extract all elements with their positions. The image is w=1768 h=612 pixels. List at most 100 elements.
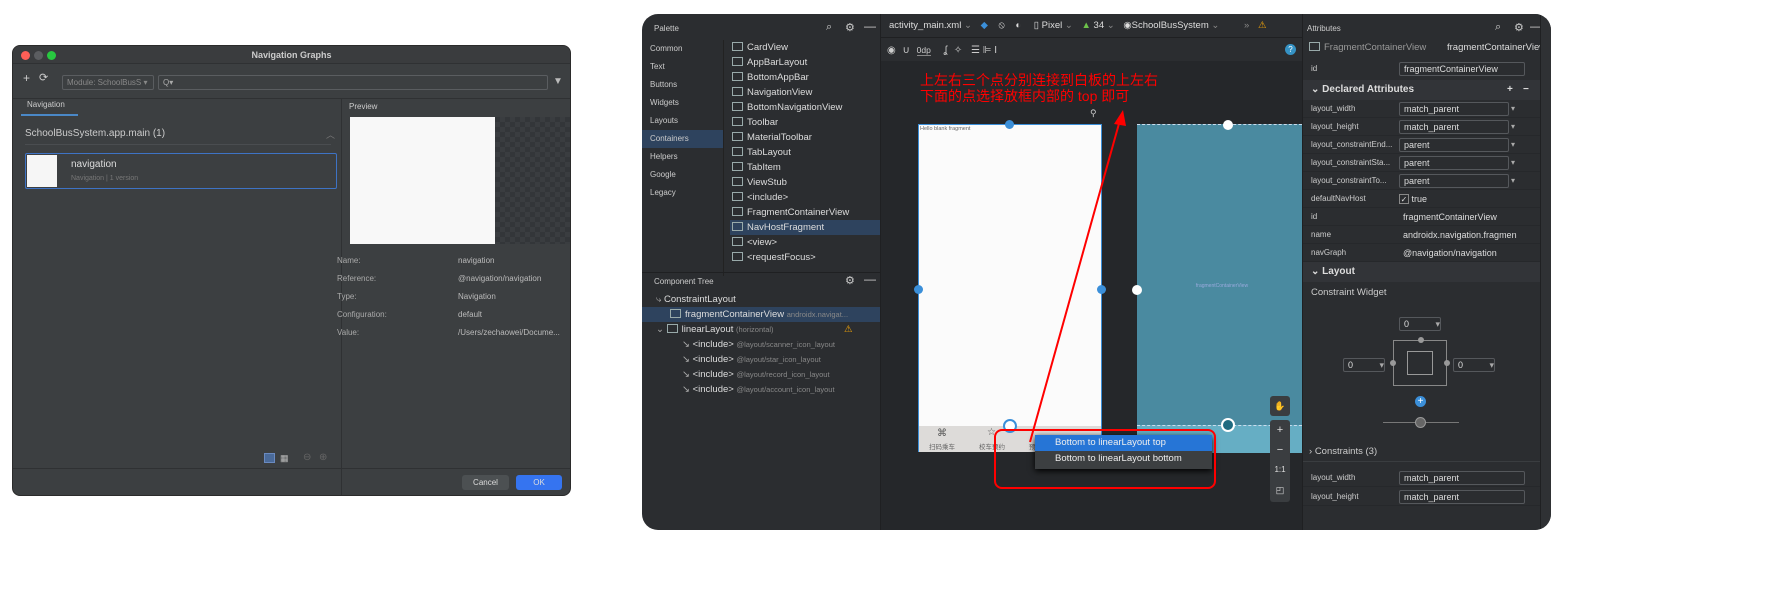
attributes-panel: Attributes ⌕ ⚙ — FragmentContainerView f… (1302, 14, 1546, 530)
navigation-graphs-dialog: Navigation Graphs + ⟳ Module: SchoolBusS… (12, 45, 571, 496)
item-meta: Navigation | 1 version (71, 175, 139, 182)
bias-handle[interactable] (1415, 417, 1426, 428)
attr-name: name (1311, 230, 1332, 239)
search-input[interactable]: Q▾ (158, 75, 548, 90)
add-circle-icon[interactable]: ⊕ (319, 452, 327, 463)
id-input[interactable]: fragmentContainerView (1399, 62, 1525, 76)
module-select[interactable]: Module: SchoolBusS ▾ (62, 75, 154, 90)
preview-label: Preview (349, 102, 378, 111)
attribute-row: layout_height match_parent (1303, 488, 1541, 506)
attr-name: layout_height (1311, 122, 1359, 131)
attribute-row: layout_constraintSta... parent ▾ (1303, 154, 1541, 172)
attr-value-input[interactable]: match_parent (1399, 490, 1525, 504)
declared-title: Declared Attributes (1322, 84, 1415, 95)
layout-editor: Palette ⌕ ⚙ — Common Text Buttons Widgets La… (642, 14, 1551, 530)
ok-button[interactable]: OK (516, 475, 562, 490)
margin-left-input[interactable]: 0 ▾ (1343, 358, 1385, 372)
attr-name: layout_constraintEnd... (1311, 140, 1393, 149)
detail-value: Navigation (458, 292, 496, 301)
declared-attributes-header[interactable]: ⌄ Declared Attributes + − (1303, 80, 1541, 100)
class-name: FragmentContainerView (1324, 42, 1427, 53)
layout-header[interactable]: ⌄ Layout (1303, 262, 1541, 282)
refresh-icon[interactable]: ⟳ (39, 71, 48, 93)
attr-name: defaultNavHost (1311, 194, 1366, 203)
attribute-row: layout_width match_parent (1303, 469, 1541, 487)
tab-navigation[interactable]: Navigation (27, 100, 65, 109)
attribute-row: layout_constraintTo... parent ▾ (1303, 172, 1541, 190)
constraint-widget (1390, 337, 1450, 386)
preview-checker (495, 117, 570, 244)
attr-name: layout_constraintTo... (1311, 176, 1387, 185)
attr-value-input[interactable]: parent (1399, 174, 1509, 188)
list-item-navigation[interactable]: navigation Navigation | 1 version (25, 153, 337, 189)
detail-label: Type: (337, 292, 357, 301)
attr-name: layout_width (1311, 104, 1356, 113)
pan-icon[interactable]: ✋ (1270, 396, 1290, 416)
minimize-button[interactable] (34, 51, 43, 60)
dialog-title: Navigation Graphs (13, 46, 570, 64)
module-select-value: Module: SchoolBusS (67, 78, 142, 87)
zoom-controls: + − 1:1 ◰ (1270, 420, 1290, 502)
attributes-title: Attributes (1307, 24, 1341, 33)
margin-right-input[interactable]: 0 ▾ (1453, 358, 1495, 372)
margin-top-input[interactable]: 0 ▾ (1399, 317, 1441, 331)
remove-icon[interactable]: ⊖ (303, 452, 311, 463)
dropdown-icon: ▾ (1511, 104, 1516, 113)
attribute-row: navGraph @navigation/navigation (1303, 244, 1541, 262)
attr-name: layout_height (1311, 492, 1359, 501)
zoom-fit-button[interactable]: ◰ (1270, 480, 1290, 500)
cancel-button[interactable]: Cancel (462, 475, 509, 490)
fragment-icon (1309, 42, 1320, 51)
attribute-row: layout_width match_parent ▾ (1303, 100, 1541, 118)
filter-icon[interactable]: ▼ (553, 76, 563, 87)
group-header[interactable]: SchoolBusSystem.app.main (1) (25, 128, 165, 139)
remove-icon: − (1523, 84, 1529, 95)
attr-value-input[interactable]: match_parent (1399, 471, 1525, 485)
constraints-title: Constraints (3) (1314, 446, 1378, 457)
attribute-row: defaultNavHost ✓ true (1303, 190, 1541, 208)
attr-value[interactable]: @navigation/navigation (1403, 244, 1527, 262)
detail-value: navigation (458, 256, 495, 265)
dropdown-icon: ▾ (1511, 122, 1516, 131)
detail-value: @navigation/navigation (458, 274, 542, 283)
item-name: navigation (71, 159, 117, 170)
id-label: id (1311, 64, 1318, 73)
side-toolstrip (1540, 14, 1551, 530)
zoom-actual-button[interactable]: 1:1 (1270, 460, 1290, 480)
attribute-row: layout_constraintEnd... parent ▾ (1303, 136, 1541, 154)
detail-value: default (458, 310, 483, 319)
dropdown-icon: ▾ (1511, 176, 1516, 185)
close-button[interactable] (21, 51, 30, 60)
attr-name: navGraph (1311, 248, 1347, 257)
grid-view-icon[interactable]: ▦ (280, 453, 289, 464)
attr-name: layout_constraintSta... (1311, 158, 1391, 167)
collapse-icon[interactable]: ︿ (326, 128, 335, 141)
attr-value-input[interactable]: parent (1399, 138, 1509, 152)
attr-value-input[interactable]: parent (1399, 156, 1509, 170)
list-view-icon[interactable] (264, 453, 275, 463)
detail-value: /Users/zechaowei/Docume... (458, 328, 560, 337)
attribute-row: name androidx.navigation.fragmen (1303, 226, 1541, 244)
dropdown-icon: ▾ (1511, 140, 1516, 149)
gear-icon[interactable]: ⚙ (1514, 21, 1524, 34)
detail-label: Name: (337, 256, 361, 265)
zoom-in-button[interactable]: + (1270, 420, 1290, 440)
graph-thumbnail (27, 155, 57, 187)
attr-value-input[interactable]: match_parent (1399, 102, 1509, 116)
search-icon[interactable]: ⌕ (1495, 21, 1501, 34)
add-icon[interactable]: + (23, 71, 30, 93)
attr-name: layout_width (1311, 473, 1356, 482)
constraints-section[interactable]: › Constraints (3) (1309, 446, 1377, 457)
search-icon: Q (163, 78, 170, 87)
zoom-out-button[interactable]: − (1270, 440, 1290, 460)
checkbox[interactable]: ✓ (1399, 194, 1409, 204)
zoom-button[interactable] (47, 51, 56, 60)
constraint-widget-label: Constraint Widget (1311, 287, 1387, 298)
attr-value[interactable]: androidx.navigation.fragmen (1403, 226, 1527, 244)
attribute-row: layout_height match_parent ▾ (1303, 118, 1541, 136)
attr-value[interactable]: fragmentContainerView (1403, 208, 1527, 226)
attr-value-input[interactable]: match_parent (1399, 120, 1509, 134)
component-class: FragmentContainerView (1309, 42, 1426, 53)
component-id: fragmentContainerView (1447, 42, 1547, 53)
add-bottom-constraint-button[interactable]: + (1415, 396, 1426, 407)
